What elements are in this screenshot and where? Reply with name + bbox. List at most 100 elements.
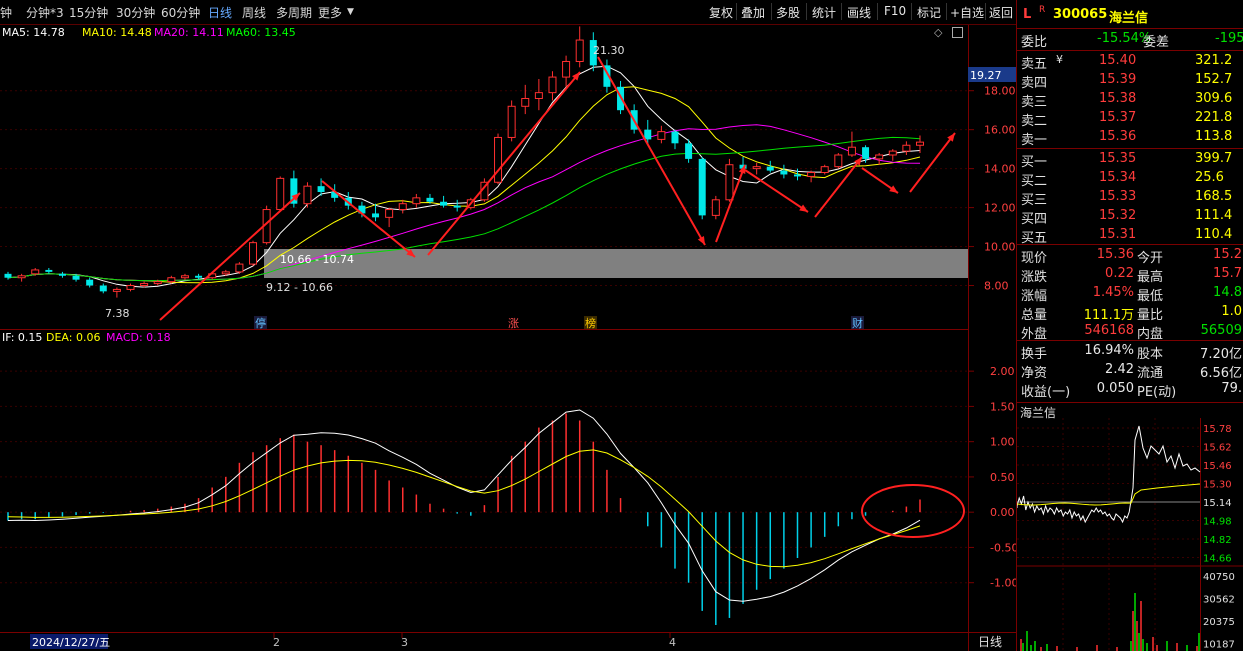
- bid-price: 15.32: [1099, 208, 1137, 223]
- quote-row: 总量 111.1万 量比 1.0: [1021, 304, 1242, 323]
- candle[interactable]: [725, 158, 734, 202]
- candle[interactable]: [398, 199, 407, 214]
- bid-price: 15.34: [1099, 170, 1137, 185]
- candle[interactable]: [575, 26, 584, 68]
- candle[interactable]: [385, 207, 394, 228]
- bid-volume: 168.5: [1195, 189, 1233, 204]
- candle[interactable]: [902, 141, 911, 155]
- x-label-date: 2024/12/27/五: [32, 636, 110, 649]
- bid-price: 15.31: [1099, 227, 1137, 242]
- kline-chart[interactable]: 18.00 16.00 14.00 12.00 10.00 8.00 2.00 1.50 1.…: [0, 0, 1016, 651]
- candle[interactable]: [862, 145, 870, 163]
- candle[interactable]: [276, 176, 285, 212]
- candle[interactable]: [807, 170, 816, 183]
- stock-flag: L: [1023, 7, 1032, 22]
- bid-row[interactable]: 买一 15.35 399.7: [1017, 150, 1243, 170]
- currency-icon: ¥: [1056, 53, 1063, 66]
- candle[interactable]: [698, 156, 706, 220]
- price-axis-label: 18.00: [984, 85, 1016, 98]
- ask-row[interactable]: 卖三 15.38 309.6: [1017, 90, 1243, 110]
- quote-row: 涨跌 0.22 最高 15.7: [1021, 266, 1242, 285]
- candle[interactable]: [112, 287, 121, 298]
- candle[interactable]: [440, 195, 448, 208]
- bid-row[interactable]: 买五 15.31 110.4: [1017, 226, 1243, 246]
- ask-volume: 221.8: [1195, 110, 1233, 125]
- candle[interactable]: [766, 160, 774, 173]
- candle[interactable]: [303, 182, 312, 208]
- candle[interactable]: [548, 71, 557, 101]
- stock-name: 海兰信: [1109, 11, 1149, 26]
- ask-row[interactable]: 卖二 15.37 221.8: [1017, 109, 1243, 129]
- candle[interactable]: [834, 153, 843, 169]
- stock-header: L R 300065 海兰信: [1017, 5, 1243, 26]
- candle[interactable]: [847, 131, 856, 157]
- mini-price-axis-label: 15.30: [1203, 480, 1232, 491]
- candle[interactable]: [494, 133, 503, 185]
- bid-volume: 25.6: [1195, 170, 1224, 185]
- candle[interactable]: [820, 164, 829, 175]
- ask-price: 15.37: [1099, 110, 1137, 125]
- mini-price-axis-label: 14.98: [1203, 517, 1232, 528]
- candle[interactable]: [180, 273, 189, 280]
- candle[interactable]: [752, 162, 761, 175]
- candle[interactable]: [888, 149, 897, 161]
- candle[interactable]: [875, 153, 884, 165]
- ask-row[interactable]: 卖一 15.36 113.8: [1017, 128, 1243, 148]
- candle[interactable]: [126, 283, 135, 292]
- candle[interactable]: [657, 125, 666, 144]
- ask-label: 卖五: [1021, 57, 1048, 72]
- ask-row[interactable]: 卖四 15.39 152.7: [1017, 71, 1243, 91]
- candle[interactable]: [45, 267, 53, 274]
- event-marker-halt[interactable]: 停: [255, 316, 266, 330]
- ask-volume: 113.8: [1195, 129, 1233, 144]
- mini-price-axis-label: 15.62: [1203, 443, 1232, 454]
- ask-label: 卖二: [1021, 114, 1048, 129]
- candle[interactable]: [17, 273, 26, 282]
- candle[interactable]: [235, 262, 244, 274]
- candle[interactable]: [58, 271, 66, 278]
- candle[interactable]: [507, 100, 516, 142]
- bid-row[interactable]: 买三 15.33 168.5: [1017, 188, 1243, 208]
- high-label: 21.30: [593, 44, 625, 57]
- event-marker-list[interactable]: 榜: [585, 316, 596, 330]
- candle[interactable]: [521, 84, 530, 115]
- candle[interactable]: [86, 277, 94, 288]
- macd-axis-label: 0.00: [990, 506, 1015, 519]
- bid-row[interactable]: 买二 15.34 25.6: [1017, 169, 1243, 189]
- candle[interactable]: [562, 55, 571, 87]
- stat-row: 换手 16.94% 股本 7.20亿: [1021, 343, 1242, 362]
- ask-row[interactable]: 卖五 15.40 321.2: [1017, 52, 1243, 72]
- macd-axis-label: 1.50: [990, 400, 1015, 413]
- bid-label: 买一: [1021, 155, 1048, 170]
- quote-row: 外盘 546168 内盘 56509: [1021, 323, 1242, 342]
- zone-label: 10.66 - 10.74: [280, 253, 354, 266]
- candle[interactable]: [534, 79, 543, 111]
- mini-volume-axis-label: 40750: [1203, 572, 1235, 583]
- dif-line: [7, 409, 921, 602]
- event-marker-limit[interactable]: 涨: [508, 317, 519, 330]
- price-axis-label: 10.00: [984, 241, 1016, 254]
- ask-volume: 309.6: [1195, 91, 1233, 106]
- candle[interactable]: [671, 129, 679, 150]
- bid-row[interactable]: 买四 15.32 111.4: [1017, 207, 1243, 227]
- mini-price-axis-label: 15.14: [1203, 498, 1232, 509]
- ask-price: 15.40: [1099, 53, 1137, 68]
- candle[interactable]: [412, 193, 421, 208]
- price-axis-label: 16.00: [984, 124, 1016, 137]
- candle[interactable]: [711, 195, 720, 220]
- ask-price: 15.38: [1099, 91, 1137, 106]
- macd-axis-label: -1.00: [990, 577, 1016, 590]
- intraday-mini-chart[interactable]: 15.78 15.62 15.46 15.30 15.14 14.98 14.82 14.66…: [1017, 418, 1243, 651]
- mini-price-axis-label: 15.46: [1203, 461, 1232, 472]
- candle[interactable]: [249, 240, 258, 267]
- trend-arrow: [427, 71, 581, 256]
- quote-row: 涨幅 1.45% 最低 14.8: [1021, 285, 1242, 304]
- stock-r-flag: R: [1039, 5, 1046, 15]
- candle[interactable]: [4, 271, 12, 280]
- trend-arrow: [861, 167, 899, 194]
- macd-axis-label: -0.50: [990, 541, 1016, 554]
- candle[interactable]: [453, 199, 461, 212]
- candle[interactable]: [780, 164, 788, 179]
- bid-volume: 399.7: [1195, 151, 1233, 166]
- event-marker-finance[interactable]: 财: [852, 316, 863, 330]
